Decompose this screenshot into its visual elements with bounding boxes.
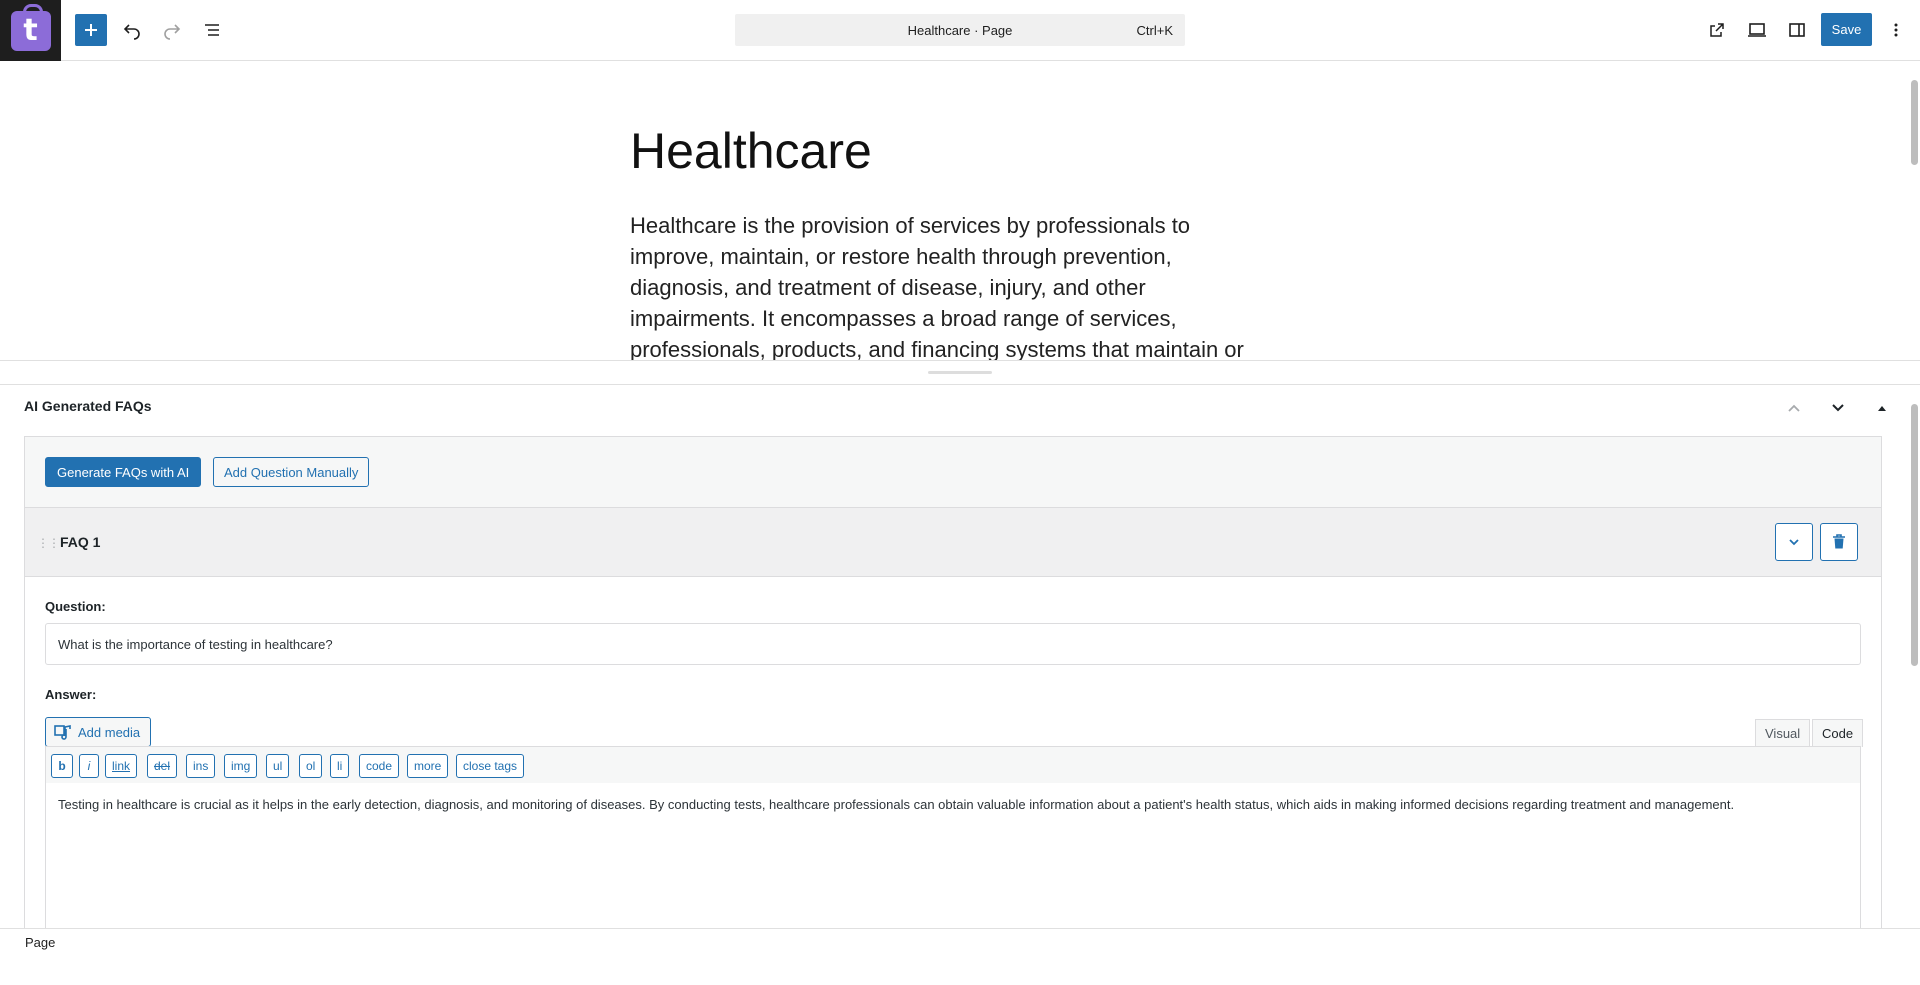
document-overview-button[interactable]: [196, 14, 228, 46]
qt-li-button[interactable]: li: [330, 754, 350, 778]
metabox-resize-handle[interactable]: [0, 360, 1920, 385]
answer-textarea[interactable]: Testing in healthcare is crucial as it h…: [45, 783, 1861, 928]
list-view-icon: [205, 24, 219, 36]
qt-ins-button[interactable]: ins: [186, 754, 216, 778]
command-palette-bar[interactable]: Healthcare · Page Ctrl+K: [735, 14, 1185, 46]
tab-visual[interactable]: Visual: [1755, 719, 1811, 747]
settings-sidebar-button[interactable]: [1781, 14, 1813, 46]
document-title: Healthcare · Page: [907, 23, 1013, 38]
editor-canvas: Healthcare Healthcare is the provision o…: [0, 62, 1920, 360]
chevron-down-icon: [1789, 539, 1799, 546]
view-page-button[interactable]: [1701, 14, 1733, 46]
post-paragraph[interactable]: Healthcare is the provision of services …: [630, 210, 1270, 360]
redo-icon: [164, 24, 181, 40]
chevron-down-icon: [1832, 404, 1844, 412]
faq-item-body: Question: What is the importance of test…: [25, 577, 1881, 928]
post-title[interactable]: Healthcare: [630, 122, 872, 180]
tab-code[interactable]: Code: [1812, 719, 1864, 747]
site-logo[interactable]: t: [0, 0, 61, 61]
question-label: Question:: [45, 599, 106, 614]
undo-button[interactable]: [116, 14, 148, 46]
qt-ol-button[interactable]: ol: [299, 754, 323, 778]
qt-close-tags-button[interactable]: close tags: [456, 754, 525, 778]
logo-bag-icon: t: [10, 3, 51, 51]
canvas-scrollbar[interactable]: [1908, 62, 1920, 360]
metabox-scrollbar[interactable]: [1908, 386, 1920, 928]
add-media-button[interactable]: Add media: [45, 717, 152, 747]
question-input[interactable]: What is the importance of testing in hea…: [45, 623, 1861, 665]
generate-faqs-button[interactable]: Generate FAQs with AI: [45, 457, 202, 487]
add-icon: [85, 24, 97, 36]
breadcrumb[interactable]: Page: [25, 935, 55, 950]
drag-handle-icon[interactable]: ⋮⋮: [37, 536, 60, 550]
ai-faq-metabox: AI Generated FAQs Generate FAQs with AI …: [0, 386, 1908, 928]
move-up-button[interactable]: [1782, 396, 1806, 420]
canvas-scroll-thumb[interactable]: [1911, 80, 1918, 165]
qt-more-button[interactable]: more: [407, 754, 449, 778]
move-down-button[interactable]: [1826, 396, 1850, 420]
delete-faq-button[interactable]: [1820, 523, 1858, 561]
logo-letter: t: [23, 13, 38, 48]
triangle-up-icon: [1878, 406, 1886, 411]
toggle-faq-button[interactable]: [1775, 523, 1813, 561]
qt-img-button[interactable]: img: [224, 754, 258, 778]
command-shortcut: Ctrl+K: [1136, 23, 1173, 38]
more-vertical-icon: [1894, 23, 1898, 37]
editor-footer: Page: [0, 928, 1920, 985]
faq-panel: Generate FAQs with AI Add Question Manua…: [24, 436, 1882, 928]
qt-del-button[interactable]: del: [147, 754, 178, 778]
undo-icon: [123, 24, 140, 40]
quicktags-toolbar: b i link del ins img ul ol li code more …: [45, 746, 1861, 784]
qt-ul-button[interactable]: ul: [266, 754, 290, 778]
redo-button[interactable]: [156, 14, 188, 46]
save-button[interactable]: Save: [1821, 13, 1872, 46]
answer-label: Answer:: [45, 687, 97, 702]
faq-item-header[interactable]: ⋮⋮ FAQ 1: [25, 507, 1881, 577]
sidebar-icon: [1789, 23, 1805, 37]
add-block-button[interactable]: [75, 14, 107, 46]
qt-link-button[interactable]: link: [105, 754, 138, 778]
desktop-preview-icon: [1748, 23, 1766, 37]
qt-italic-button[interactable]: i: [79, 754, 99, 778]
resize-grip[interactable]: [928, 371, 992, 374]
editor-header: t Healthcare · Page Ctrl+K Save: [0, 0, 1920, 61]
trash-icon: [1833, 534, 1845, 549]
media-icon: [54, 725, 71, 740]
qt-code-button[interactable]: code: [359, 754, 400, 778]
metabox-title: AI Generated FAQs: [24, 398, 152, 414]
options-menu-button[interactable]: [1880, 14, 1912, 46]
qt-bold-button[interactable]: b: [51, 754, 73, 778]
faq-item-label: FAQ 1: [60, 534, 101, 550]
metabox-scroll-thumb[interactable]: [1911, 404, 1918, 666]
toggle-panel-button[interactable]: [1870, 396, 1894, 420]
external-link-icon: [1710, 23, 1724, 37]
preview-button[interactable]: [1741, 14, 1773, 46]
add-question-manually-button[interactable]: Add Question Manually: [213, 457, 370, 487]
add-media-label: Add media: [78, 724, 141, 740]
chevron-up-icon: [1788, 404, 1800, 412]
